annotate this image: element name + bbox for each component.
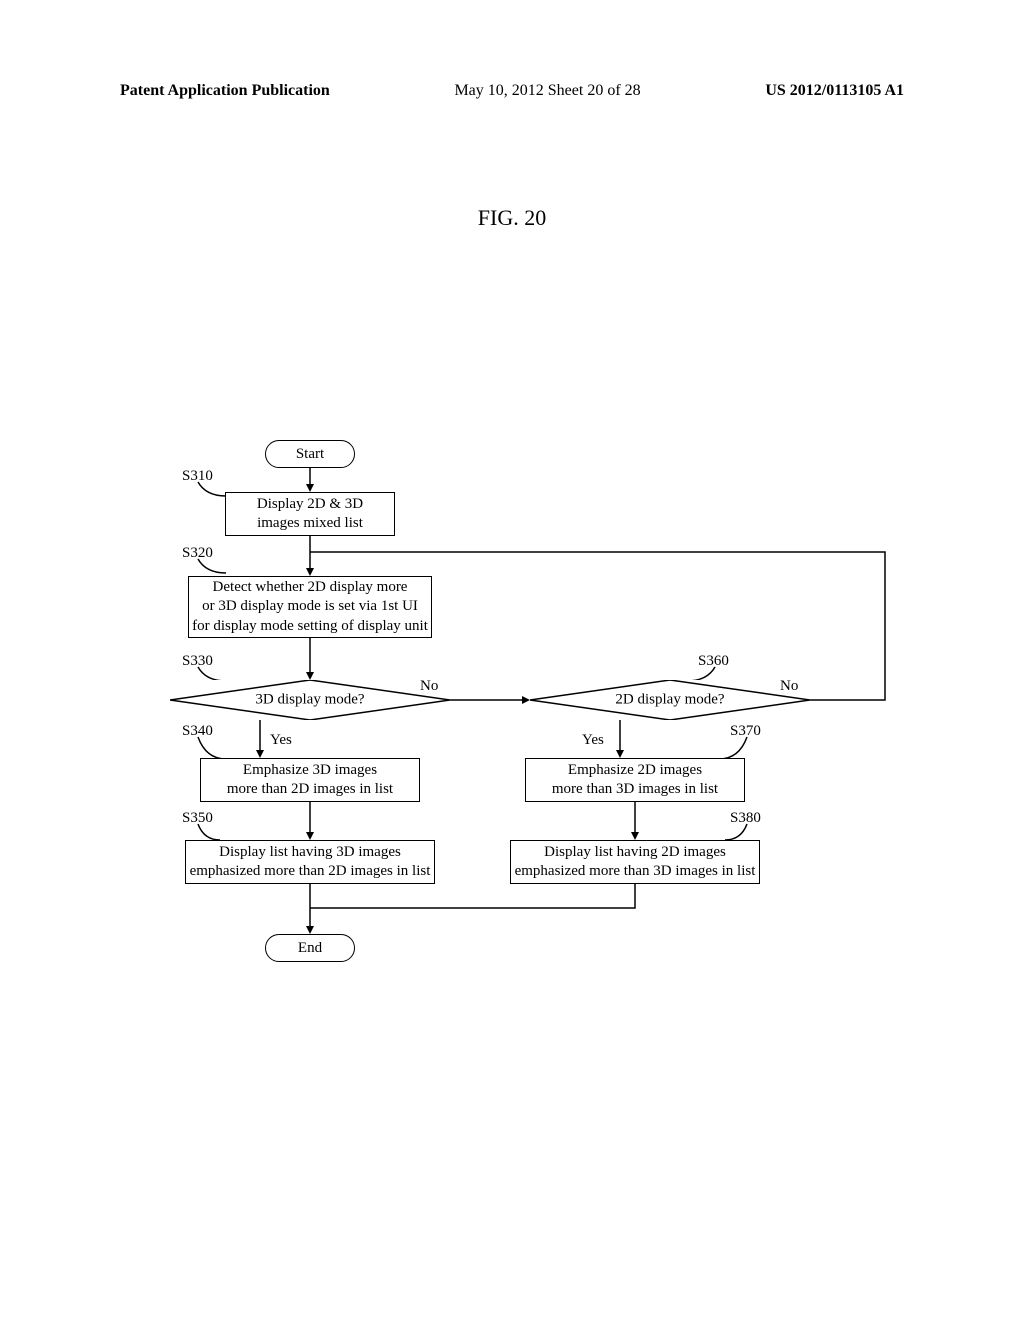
header-center: May 10, 2012 Sheet 20 of 28	[454, 82, 640, 100]
arrow-s340-s350	[308, 802, 312, 840]
arrow-s370-s380	[633, 802, 637, 840]
leader-s320	[198, 559, 228, 575]
figure-title: FIG. 20	[478, 205, 546, 231]
arrow-s360-s370	[618, 720, 622, 758]
edge-s360-yes: Yes	[582, 732, 604, 749]
flowchart: Start S310 Display 2D & 3D images mixed …	[170, 440, 890, 1100]
arrow-s330-s340	[258, 720, 262, 758]
process-s340-text: Emphasize 3D images more than 2D images …	[227, 761, 393, 800]
arrow-s350-end	[308, 884, 312, 934]
header-left: Patent Application Publication	[120, 82, 330, 100]
start-label: Start	[296, 446, 324, 463]
process-s350-text: Display list having 3D images emphasized…	[190, 843, 431, 882]
end-terminator: End	[265, 934, 355, 962]
process-s370: Emphasize 2D images more than 3D images …	[525, 758, 745, 802]
process-s370-text: Emphasize 2D images more than 3D images …	[552, 761, 718, 800]
leader-s310	[198, 482, 228, 498]
end-label: End	[298, 940, 322, 957]
edge-s330-yes: Yes	[270, 732, 292, 749]
start-terminator: Start	[265, 440, 355, 468]
process-s310-text: Display 2D & 3D images mixed list	[257, 495, 363, 534]
process-s340: Emphasize 3D images more than 2D images …	[200, 758, 420, 802]
process-s350: Display list having 3D images emphasized…	[185, 840, 435, 884]
process-s310: Display 2D & 3D images mixed list	[225, 492, 395, 536]
arrow-s360-loop	[310, 548, 890, 704]
arrow-s380-join	[310, 884, 638, 912]
process-s380: Display list having 2D images emphasized…	[510, 840, 760, 884]
header-right: US 2012/0113105 A1	[765, 82, 904, 100]
process-s380-text: Display list having 2D images emphasized…	[515, 843, 756, 882]
arrow-start-s310	[308, 468, 312, 492]
page-header: Patent Application Publication May 10, 2…	[0, 82, 1024, 100]
